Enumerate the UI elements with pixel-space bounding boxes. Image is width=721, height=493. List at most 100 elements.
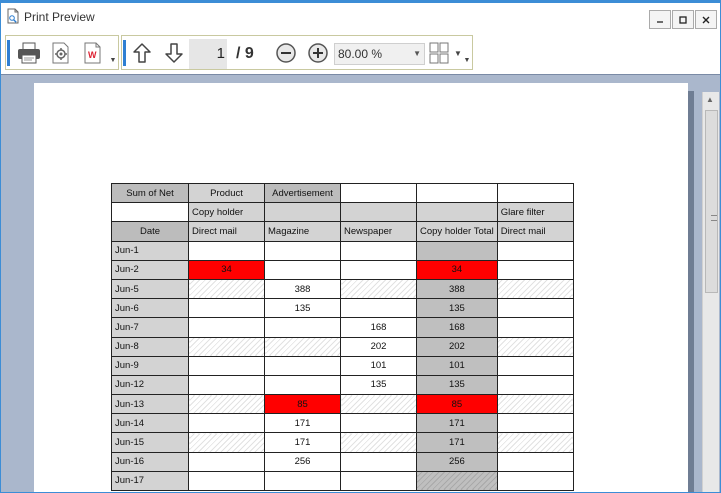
minimize-button[interactable]: [649, 10, 671, 29]
value-cell: [340, 432, 417, 453]
toolbar-grip[interactable]: [123, 40, 126, 66]
value-cell: [496, 470, 574, 492]
table-row: Jun-5 388 388: [111, 278, 574, 300]
value-cell: [188, 374, 265, 396]
value-cell: [188, 470, 265, 492]
export-word-button[interactable]: W: [78, 39, 108, 67]
table-row: Jun-9 101 101: [111, 355, 574, 376]
value-cell: [188, 298, 265, 319]
total-cell: 202: [416, 336, 498, 357]
chevron-down-icon: ▼: [413, 49, 421, 58]
value-cell: [264, 336, 341, 357]
scroll-up-icon[interactable]: ▲: [706, 95, 714, 104]
table-row: Jun-6 135 135: [111, 298, 574, 319]
date-cell: Jun-12: [111, 374, 189, 396]
header-cell: Direct mail: [496, 221, 574, 242]
header-cell: Date: [111, 221, 189, 242]
total-cell: 256: [416, 451, 498, 472]
toolbar-grip[interactable]: [7, 40, 10, 66]
scrollbar-thumb[interactable]: [705, 110, 718, 293]
date-cell: Jun-13: [111, 394, 189, 415]
title-bar: Print Preview: [1, 3, 720, 33]
table-row: Jun-7 168 168: [111, 317, 574, 338]
value-cell: [340, 470, 417, 492]
maximize-button[interactable]: [672, 10, 694, 29]
total-cell: 168: [416, 317, 498, 338]
header-cell: Copy holder: [188, 202, 265, 223]
header-cell: Direct mail: [188, 221, 265, 242]
value-cell: [188, 240, 265, 261]
zoom-in-icon: [308, 43, 328, 63]
preview-area[interactable]: Sum of Net Product Advertisement Copy ho…: [1, 74, 720, 492]
total-cell: [416, 470, 498, 492]
value-cell: [188, 413, 265, 434]
toolbar-group-file: W ▼: [5, 35, 119, 70]
date-cell: Jun-16: [111, 451, 189, 472]
zoom-in-button[interactable]: [304, 39, 332, 67]
value-cell: [496, 278, 574, 300]
zoom-out-icon: [276, 43, 296, 63]
date-cell: Jun-6: [111, 298, 189, 319]
close-button[interactable]: [695, 10, 717, 29]
value-cell: 101: [340, 355, 417, 376]
value-cell: [264, 240, 341, 261]
current-page-input[interactable]: 1: [189, 39, 227, 69]
header-cell: Glare filter: [496, 202, 574, 223]
value-cell: 171: [264, 432, 341, 453]
zoom-out-button[interactable]: [272, 39, 300, 67]
date-cell: Jun-14: [111, 413, 189, 434]
grip-icon: [711, 215, 717, 221]
total-cell: 101: [416, 355, 498, 376]
table-header-row: Sum of Net Product Advertisement: [111, 182, 574, 204]
total-cell: [416, 240, 498, 261]
zoom-value: 80.00 %: [338, 47, 383, 61]
value-cell: [496, 298, 574, 319]
value-cell: [496, 317, 574, 338]
multiple-pages-dropdown[interactable]: ▼: [453, 39, 463, 67]
table-row: Jun-2 34 34: [111, 259, 574, 280]
close-icon: [702, 16, 710, 23]
table-row: Jun-1: [111, 240, 574, 261]
date-cell: Jun-9: [111, 355, 189, 376]
print-button[interactable]: [14, 39, 44, 67]
maximize-icon: [679, 15, 687, 24]
total-cell: 171: [416, 413, 498, 434]
header-cell: [340, 202, 417, 223]
date-cell: Jun-8: [111, 336, 189, 357]
value-cell: [340, 298, 417, 319]
page-total-label: / 9: [236, 45, 254, 62]
value-cell: 202: [340, 336, 417, 357]
date-cell: Jun-7: [111, 317, 189, 338]
value-cell: [340, 413, 417, 434]
toolbar-overflow-icon[interactable]: ▼: [463, 56, 471, 66]
vertical-scrollbar[interactable]: ▲: [702, 92, 719, 492]
chevron-down-icon: ▼: [454, 48, 462, 58]
svg-text:W: W: [88, 50, 97, 60]
value-cell: [188, 278, 265, 300]
total-cell: 388: [416, 278, 498, 300]
total-cell: 135: [416, 298, 498, 319]
arrow-down-icon: [165, 43, 183, 63]
value-cell: [188, 336, 265, 357]
table-row: Jun-12 135 135: [111, 374, 574, 396]
next-page-button[interactable]: [160, 39, 188, 67]
table-row: Jun-15 171 171: [111, 432, 574, 453]
total-cell: 34: [416, 259, 498, 280]
total-cell: 171: [416, 432, 498, 453]
page-setup-button[interactable]: [46, 39, 76, 67]
arrow-up-icon: [133, 43, 151, 63]
previous-page-button[interactable]: [128, 39, 156, 67]
value-cell: [340, 394, 417, 415]
header-cell: [416, 202, 498, 223]
value-cell: [496, 336, 574, 357]
zoom-select[interactable]: 80.00 % ▼: [334, 43, 425, 65]
total-cell: 135: [416, 374, 498, 396]
multiple-pages-button[interactable]: [427, 39, 451, 67]
header-cell: [416, 182, 498, 204]
header-cell: [264, 202, 341, 223]
value-cell: [496, 240, 574, 261]
value-cell: [264, 470, 341, 492]
table-header-row: Copy holder Glare filter: [111, 202, 574, 223]
value-cell: [340, 259, 417, 280]
toolbar-overflow-icon[interactable]: ▼: [109, 56, 117, 66]
